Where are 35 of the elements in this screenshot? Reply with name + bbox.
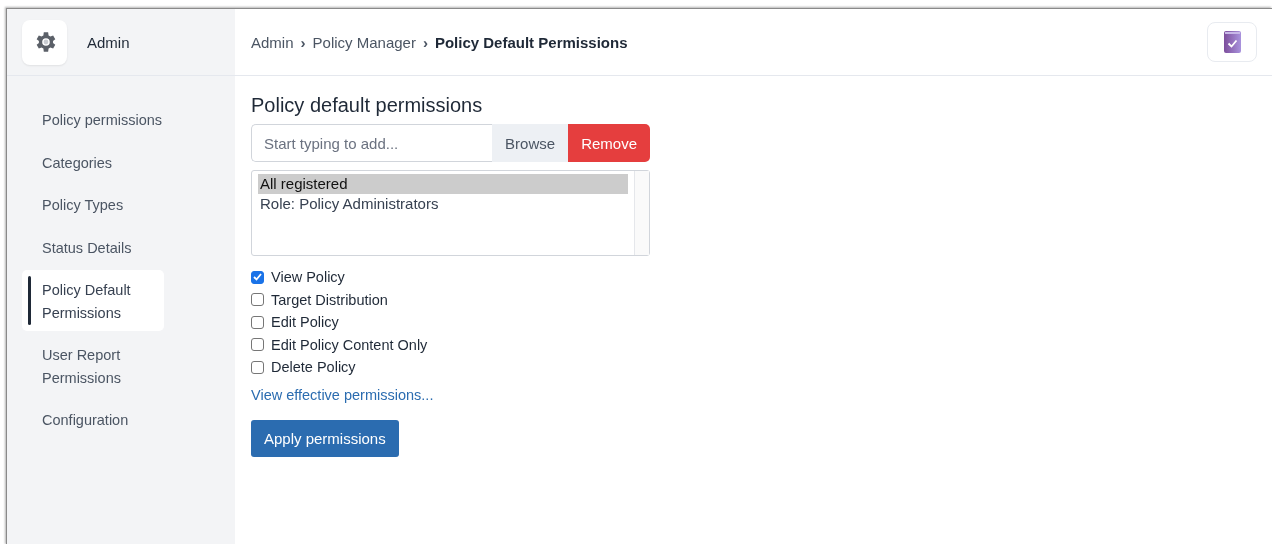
sidebar-item[interactable]: Categories <box>22 142 219 181</box>
checkbox[interactable] <box>251 338 264 352</box>
list-option[interactable]: All registered <box>258 174 628 194</box>
sidebar-item[interactable]: Policy permissions <box>22 100 219 139</box>
checkbox[interactable] <box>251 315 264 329</box>
search-field[interactable]: Start typing to add... <box>251 124 493 162</box>
page-heading: Policy default permissions <box>251 94 484 117</box>
breadcrumb-item[interactable]: Admin <box>251 33 294 51</box>
breadcrumb-item[interactable]: Policy Manager <box>312 33 416 51</box>
checkbox-label[interactable]: Edit Policy <box>271 311 339 334</box>
sidebar-item[interactable]: Policy Types <box>22 185 219 224</box>
checkbox[interactable] <box>251 293 264 307</box>
remove-button[interactable]: Remove <box>568 124 650 162</box>
sidebar-item[interactable]: User Report Permissions <box>22 335 164 396</box>
checkbox[interactable] <box>251 270 264 284</box>
sidebar-title: Admin <box>87 33 130 51</box>
checkbox-label[interactable]: View Policy <box>271 266 345 289</box>
browse-button[interactable]: Browse <box>492 124 569 162</box>
checkbox-label[interactable]: Delete Policy <box>271 356 356 379</box>
checkbox-label[interactable]: Target Distribution <box>271 288 388 311</box>
breadcrumb-item: Policy Default Permissions <box>434 33 628 51</box>
checkbox-label[interactable]: Edit Policy Content Only <box>271 333 428 356</box>
sidebar-item[interactable]: Policy Default Permissions <box>22 270 164 331</box>
apply-button[interactable]: Apply permissions <box>251 419 399 457</box>
scrollbar-track[interactable] <box>634 171 649 255</box>
app-button[interactable] <box>1207 22 1257 62</box>
effective-permissions-link[interactable]: View effective permissions... <box>251 386 434 403</box>
sidebar-item[interactable]: Configuration <box>22 400 164 439</box>
list-option[interactable]: Role: Policy Administrators <box>258 194 628 214</box>
chevron-icon: › <box>422 33 428 51</box>
checkbox[interactable] <box>251 360 264 374</box>
principal-list[interactable]: All registered Role: Policy Administrators <box>251 170 650 256</box>
chevron-icon: › <box>300 33 306 51</box>
sidebar-item[interactable]: Status Details <box>22 227 219 266</box>
book-check-icon <box>1223 31 1241 53</box>
